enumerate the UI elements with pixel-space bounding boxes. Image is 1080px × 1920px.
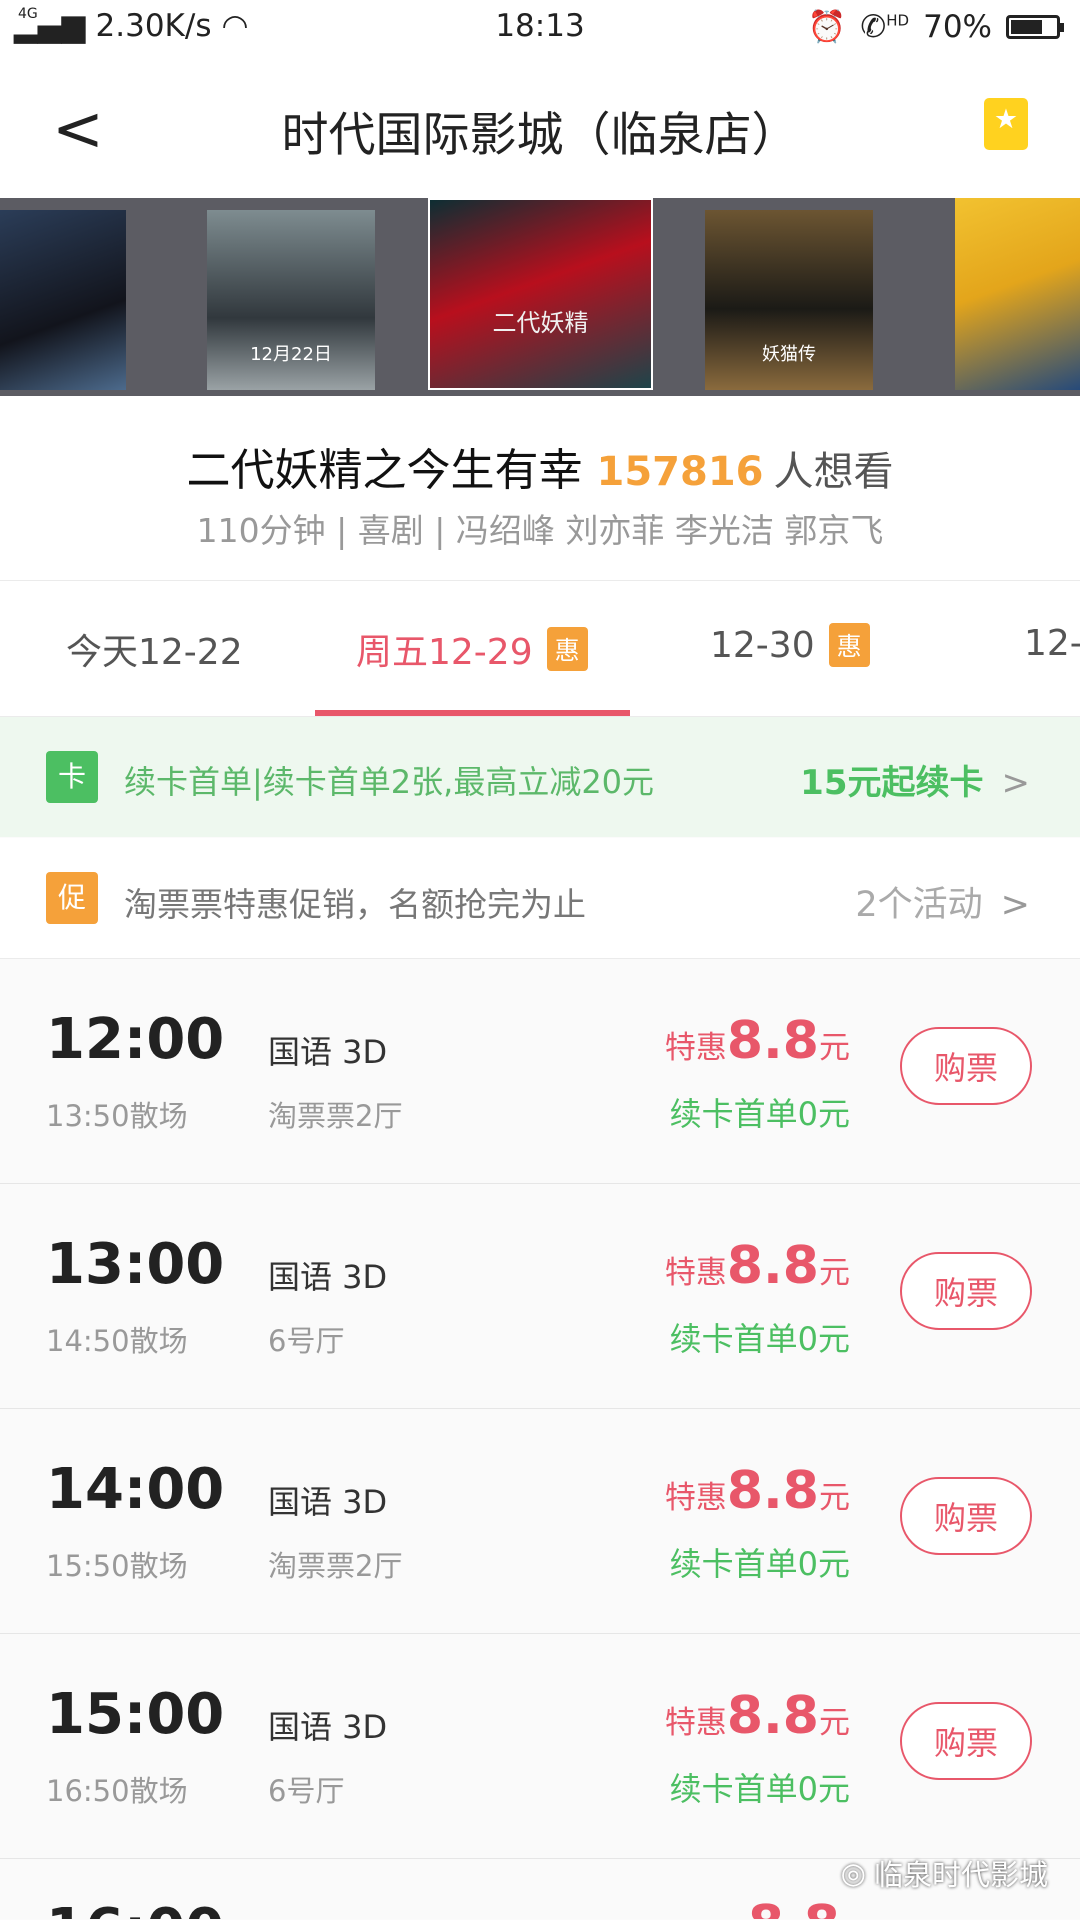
language-format: 国语 3D xyxy=(268,1258,388,1296)
promotion-banner[interactable]: 促 淘票票特惠促销，名额抢完为止 2个活动 > xyxy=(0,838,1080,959)
chevron-right-icon: > xyxy=(1000,885,1030,925)
poster-carousel[interactable]: 12月22日 二代妖精 妖猫传 xyxy=(0,198,1080,396)
end-time: 15:50散场 xyxy=(46,1549,188,1583)
want-label: 人想看 xyxy=(773,449,894,495)
star-icon: ★ xyxy=(993,104,1019,135)
end-time: 16:50散场 xyxy=(46,1774,188,1808)
price: 特惠8.8元 xyxy=(664,1236,850,1296)
start-time: 14:00 xyxy=(46,1457,225,1522)
favorite-button[interactable]: ★ xyxy=(984,98,1028,150)
battery-icon xyxy=(1006,14,1064,39)
watermark-text: 临泉时代影城 xyxy=(873,1858,1048,1892)
end-time: 13:50散场 xyxy=(46,1099,188,1133)
buy-ticket-button[interactable]: 购票 xyxy=(900,1252,1032,1330)
card-renew-link[interactable]: 15元起续卡 > xyxy=(800,755,1030,804)
call-hd-icon: ✆HD xyxy=(860,8,910,45)
movie-meta: 110分钟 | 喜剧 | 冯绍峰 刘亦菲 李光洁 郭京飞 xyxy=(196,511,884,550)
language-format: 国语 3D xyxy=(268,1708,388,1746)
start-time: 16:00 xyxy=(46,1897,224,1919)
tab-date-next[interactable]: 12- xyxy=(1024,623,1080,664)
card-renewal-banner[interactable]: 卡 续卡首单|续卡首单2张,最高立减20元 15元起续卡 > xyxy=(0,717,1080,837)
discount-badge: 惠 xyxy=(546,627,588,671)
movie-info: 二代妖精之今生有幸 157816 人想看 110分钟 | 喜剧 | 冯绍峰 刘亦菲 … xyxy=(0,396,1080,581)
discount-badge: 惠 xyxy=(828,623,870,667)
card-icon: 卡 xyxy=(46,751,98,803)
price: 特惠8.8元 xyxy=(664,1011,850,1071)
card-price: 续卡首单0元 xyxy=(669,1545,850,1583)
card-promo-text: 续卡首单|续卡首单2张,最高立减20元 xyxy=(124,763,655,801)
card-price: 续卡首单0元 xyxy=(669,1770,850,1808)
nav-bar: < 时代国际影城（临泉店） ★ xyxy=(0,58,1080,198)
promo-text: 淘票票特惠促销，名额抢完为止 xyxy=(124,885,586,924)
tab-date-1229[interactable]: 周五12-29 惠 xyxy=(356,623,588,675)
poster-item[interactable] xyxy=(955,198,1080,390)
showtime-row[interactable]: 14:00 15:50散场 国语 3D 淘票票2厅 特惠8.8元 续卡首单0元 … xyxy=(0,1409,1080,1634)
status-bar: 4G ▂▄▆ 2.30K/s ◠ 18:13 ⏰ ✆HD 70% xyxy=(0,0,1080,58)
hall-name: 淘票票2厅 xyxy=(268,1549,403,1583)
chevron-right-icon: > xyxy=(1001,763,1031,803)
tab-date-1222[interactable]: 今天12-22 xyxy=(66,623,243,675)
language-format: 国语 3D xyxy=(268,1033,388,1071)
alarm-icon: ⏰ xyxy=(807,9,847,45)
price: 特惠8.8元 xyxy=(664,1461,850,1521)
tab-active-indicator xyxy=(315,710,630,716)
poster-item[interactable] xyxy=(0,210,126,390)
want-count: 157816 xyxy=(596,449,764,495)
end-time: 14:50散场 xyxy=(46,1324,188,1358)
tab-date-1230[interactable]: 12-30 惠 xyxy=(710,623,870,667)
hall-name: 淘票票2厅 xyxy=(268,1099,403,1133)
movie-title: 二代妖精之今生有幸 xyxy=(186,445,583,496)
card-price: 续卡首单0元 xyxy=(669,1320,850,1358)
buy-ticket-button[interactable]: 购票 xyxy=(900,1477,1032,1555)
status-right: ⏰ ✆HD 70% xyxy=(807,8,1064,45)
buy-ticket-button[interactable]: 购票 xyxy=(900,1702,1032,1780)
card-price: 续卡首单0元 xyxy=(669,1095,850,1133)
price: 特惠8.8元 xyxy=(664,1686,850,1746)
promo-activities-link[interactable]: 2个活动 > xyxy=(855,876,1030,927)
showtime-list: 12:00 13:50散场 国语 3D 淘票票2厅 特惠8.8元 续卡首单0元 … xyxy=(0,959,1080,1919)
start-time: 15:00 xyxy=(46,1682,225,1747)
start-time: 13:00 xyxy=(46,1232,225,1297)
wechat-icon: ◎ xyxy=(840,1856,866,1890)
start-time: 12:00 xyxy=(46,1007,225,1072)
date-tabs: 今天12-22 周五12-29 惠 12-30 惠 12- xyxy=(0,581,1080,717)
hall-name: 6号厅 xyxy=(268,1774,345,1808)
poster-item-selected[interactable]: 二代妖精 xyxy=(428,198,653,390)
showtime-row[interactable]: 15:00 16:50散场 国语 3D 6号厅 特惠8.8元 续卡首单0元 购票 xyxy=(0,1634,1080,1859)
hall-name: 6号厅 xyxy=(268,1324,345,1358)
page-title: 时代国际影城（临泉店） xyxy=(281,108,799,163)
wechat-watermark: ◎ 临泉时代影城 xyxy=(841,1852,1048,1894)
showtime-row[interactable]: 12:00 13:50散场 国语 3D 淘票票2厅 特惠8.8元 续卡首单0元 … xyxy=(0,959,1080,1184)
poster-item[interactable]: 12月22日 xyxy=(207,210,375,390)
price: 8.8 xyxy=(748,1895,840,1919)
showtime-row[interactable]: 13:00 14:50散场 国语 3D 6号厅 特惠8.8元 续卡首单0元 购票 xyxy=(0,1184,1080,1409)
poster-item[interactable]: 妖猫传 xyxy=(705,210,873,390)
language-format: 国语 3D xyxy=(268,1483,388,1521)
battery-percent: 70% xyxy=(923,8,992,45)
buy-ticket-button[interactable]: 购票 xyxy=(900,1027,1032,1105)
promo-icon: 促 xyxy=(46,872,98,924)
